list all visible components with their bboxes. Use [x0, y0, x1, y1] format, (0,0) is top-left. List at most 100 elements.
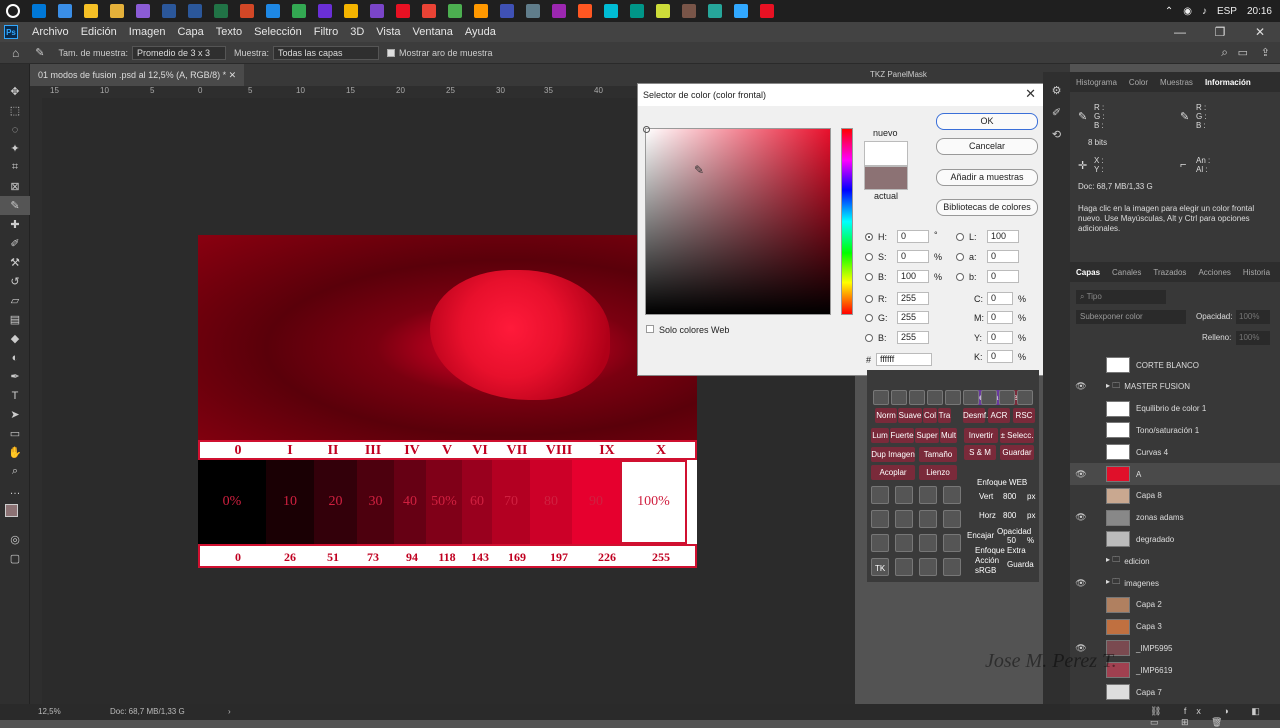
tk-horz-input[interactable]: 800 — [1003, 511, 1016, 520]
tk-tool-icon[interactable] — [891, 390, 907, 405]
c-input[interactable]: 0 — [987, 292, 1013, 305]
r-radio[interactable] — [865, 295, 873, 303]
current-color-swatch[interactable] — [864, 166, 908, 190]
tk-tool-icon[interactable] — [963, 390, 979, 405]
minimize-button[interactable]: — — [1160, 22, 1200, 42]
folder-icon[interactable]: ▸ 🗀 — [1106, 554, 1120, 568]
layer-row[interactable]: 👁 zonas adams — [1070, 507, 1280, 529]
tk-button[interactable]: Invertir — [964, 428, 998, 443]
tk-button[interactable]: Col — [923, 408, 937, 423]
visibility-eye-icon[interactable]: 👁 — [1074, 469, 1088, 480]
tab-canales[interactable]: Canales — [1106, 268, 1147, 277]
fill-input[interactable]: 100% — [1236, 331, 1270, 345]
h-radio[interactable] — [865, 233, 873, 241]
hue-slider[interactable] — [841, 128, 853, 315]
tk-menu-button[interactable]: TK — [875, 564, 885, 573]
screen-mode-icon[interactable]: ▢ — [0, 549, 30, 568]
tk-button[interactable]: Norm — [875, 408, 897, 423]
taskbar-app-icon[interactable] — [136, 4, 150, 18]
layer-row[interactable]: Curvas 4 — [1070, 441, 1280, 463]
taskbar-app-icon[interactable] — [448, 4, 462, 18]
g-radio[interactable] — [865, 314, 873, 322]
tk-action-icon[interactable] — [919, 486, 937, 504]
foreground-color-swatch[interactable] — [5, 504, 18, 517]
taskbar-app-icon[interactable] — [266, 4, 280, 18]
taskbar-app-icon[interactable] — [552, 4, 566, 18]
tk-button[interactable]: ACR — [988, 408, 1010, 423]
bv-radio[interactable] — [865, 334, 873, 342]
tk-button[interactable]: Tra — [938, 408, 951, 423]
bv-input[interactable]: 255 — [897, 331, 929, 344]
tk-tool-icon[interactable] — [873, 390, 889, 405]
tab-color[interactable]: Color — [1123, 78, 1154, 87]
color-libraries-button[interactable]: Bibliotecas de colores — [936, 199, 1038, 216]
frame-tool-icon[interactable]: ⊠ — [0, 177, 30, 196]
tab-histograma[interactable]: Histograma — [1070, 78, 1123, 87]
taskbar-app-icon[interactable] — [58, 4, 72, 18]
sample-layers-select[interactable]: Todas las capas — [273, 45, 380, 60]
k-input[interactable]: 0 — [987, 350, 1013, 363]
tk-action-icon[interactable] — [943, 534, 961, 552]
chevron-up-icon[interactable]: ⌃ — [1165, 6, 1173, 17]
status-arrow-icon[interactable]: › — [228, 704, 231, 720]
tk-tool-icon[interactable] — [999, 390, 1015, 405]
tk-action-icon[interactable] — [895, 510, 913, 528]
layer-row[interactable]: 👁 A — [1070, 463, 1280, 485]
layer-row[interactable]: 👁 ▸ 🗀 imagenes — [1070, 572, 1280, 594]
taskbar-app-icon[interactable] — [84, 4, 98, 18]
path-select-icon[interactable]: ➤ — [0, 405, 30, 424]
layer-row[interactable]: Capa 3 — [1070, 616, 1280, 638]
side-panel-tab[interactable]: TKZ PanelMask — [870, 70, 927, 79]
layer-row[interactable]: Capa 7 — [1070, 681, 1280, 703]
taskbar-app-icon[interactable] — [682, 4, 696, 18]
menu-ayuda[interactable]: Ayuda — [459, 26, 502, 38]
menu-imagen[interactable]: Imagen — [123, 26, 172, 38]
layer-row[interactable]: degradado — [1070, 528, 1280, 550]
b-radio[interactable] — [865, 273, 873, 281]
tab-informacion[interactable]: Información — [1199, 78, 1257, 87]
type-tool-icon[interactable]: T — [0, 386, 30, 405]
tk-button[interactable]: Fuerte — [890, 428, 914, 443]
taskbar-app-icon[interactable] — [500, 4, 514, 18]
layer-row[interactable]: Capa 2 — [1070, 594, 1280, 616]
clone-stamp-icon[interactable]: ⚒ — [0, 253, 30, 272]
taskbar-app-icon[interactable] — [630, 4, 644, 18]
taskbar-app-icon[interactable] — [734, 4, 748, 18]
menu-3d[interactable]: 3D — [344, 26, 370, 38]
g-input[interactable]: 255 — [897, 311, 929, 324]
taskbar-app-icon[interactable] — [396, 4, 410, 18]
crop-tool-icon[interactable]: ⌗ — [0, 158, 30, 177]
tk-button[interactable]: Tamaño — [919, 447, 957, 462]
gradient-tool-icon[interactable]: ▤ — [0, 310, 30, 329]
layer-actions-icons[interactable]: ⛓ fx ◑ ◧ ▭ ⊞ 🗑 — [1150, 706, 1280, 728]
visibility-eye-icon[interactable]: 👁 — [1074, 381, 1088, 392]
taskbar-app-icon[interactable] — [240, 4, 254, 18]
move-tool-icon[interactable]: ✥ — [0, 82, 30, 101]
menu-vista[interactable]: Vista — [370, 26, 406, 38]
taskbar-app-icon[interactable] — [760, 4, 774, 18]
tk-button[interactable]: Dup Imagen — [871, 447, 915, 462]
zoom-level[interactable]: 12,5% — [38, 704, 61, 720]
taskbar-app-icon[interactable] — [188, 4, 202, 18]
taskbar-app-icon[interactable] — [422, 4, 436, 18]
tk-action-icon[interactable] — [943, 558, 961, 576]
menu-filtro[interactable]: Filtro — [308, 26, 344, 38]
r-input[interactable]: 255 — [897, 292, 929, 305]
history-brush-icon[interactable]: ↺ — [0, 272, 30, 291]
hex-input[interactable]: ffffff — [876, 353, 932, 366]
taskbar-app-icon[interactable] — [214, 4, 228, 18]
menu-edicion[interactable]: Edición — [75, 26, 123, 38]
taskbar-app-icon[interactable] — [656, 4, 670, 18]
taskbar-app-icon[interactable] — [474, 4, 488, 18]
blur-tool-icon[interactable]: ◆ — [0, 329, 30, 348]
eraser-tool-icon[interactable]: ▱ — [0, 291, 30, 310]
healing-brush-icon[interactable]: ✚ — [0, 215, 30, 234]
tk-opacity-input[interactable]: 50 — [1007, 536, 1016, 545]
lasso-tool-icon[interactable]: ◌ — [0, 120, 30, 139]
clock[interactable]: 20:16 — [1247, 6, 1272, 17]
a-radio[interactable] — [956, 253, 964, 261]
add-to-swatches-button[interactable]: Añadir a muestras — [936, 169, 1038, 186]
y-input[interactable]: 0 — [987, 331, 1013, 344]
menu-seleccion[interactable]: Selección — [248, 26, 308, 38]
tk-action-icon[interactable] — [943, 510, 961, 528]
